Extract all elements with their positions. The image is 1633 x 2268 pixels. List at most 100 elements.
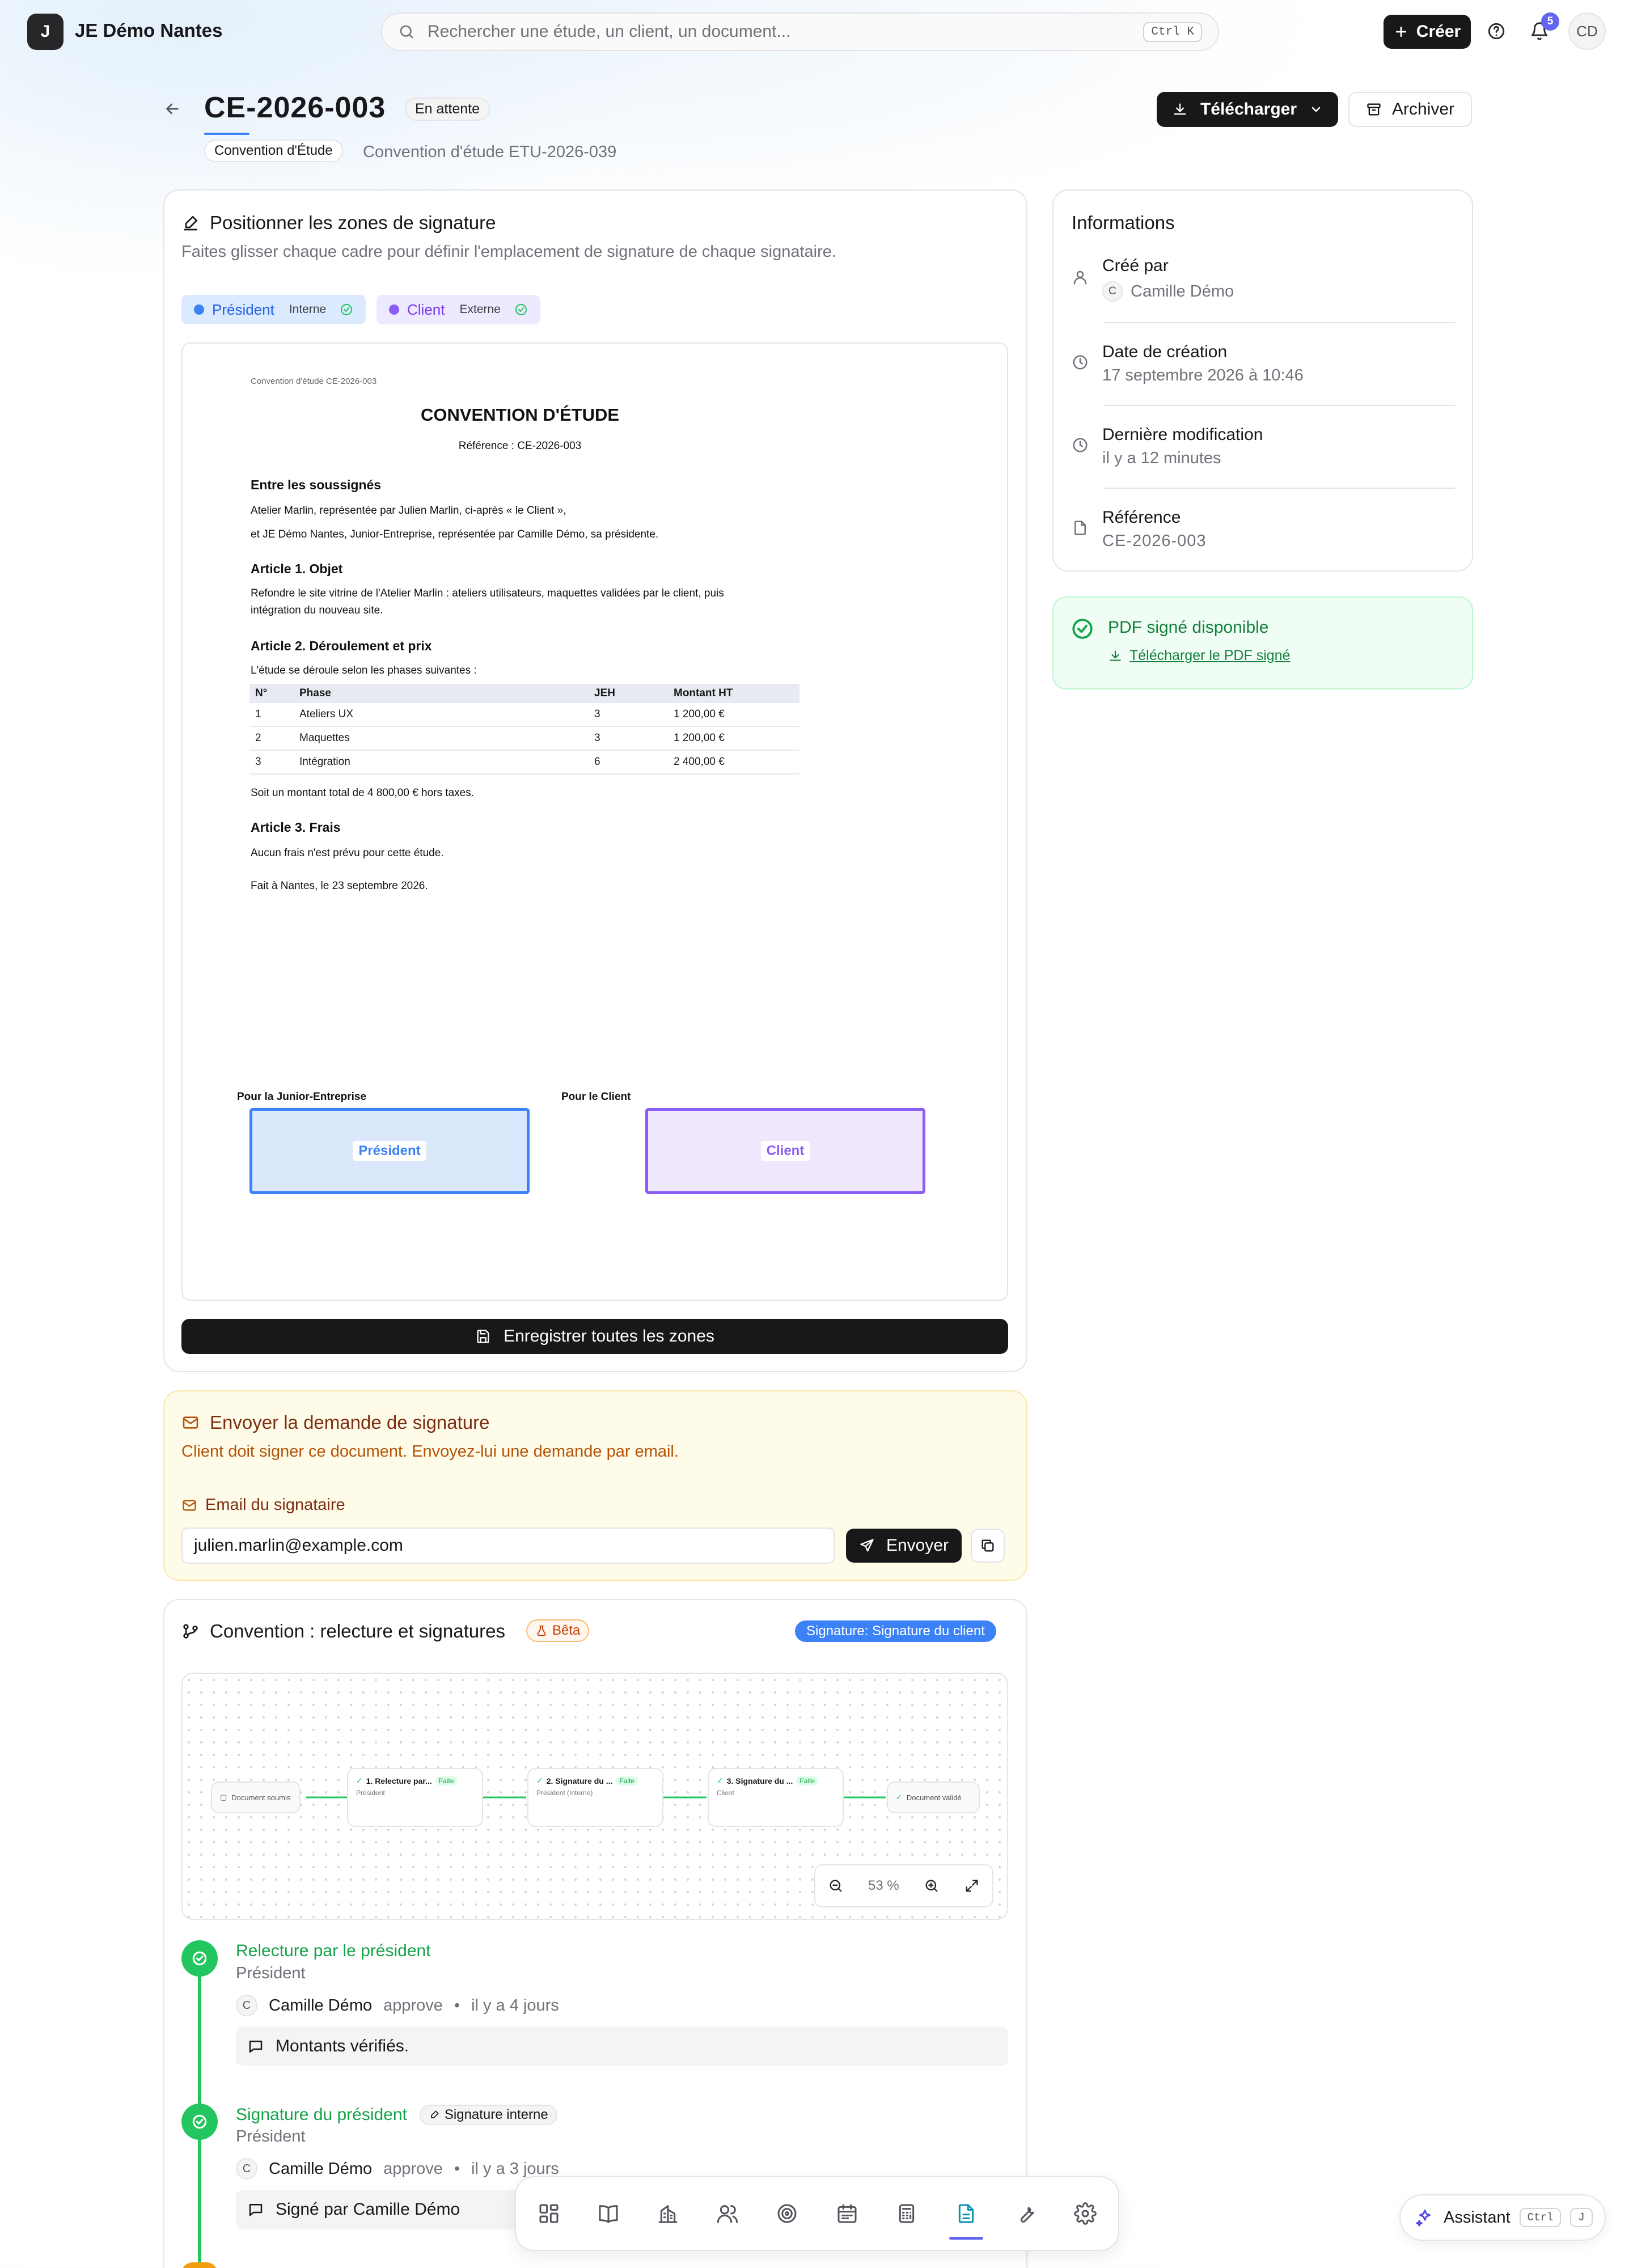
check-circle-icon <box>514 303 528 316</box>
zones-header: Positionner les zones de signature <box>181 212 496 234</box>
email-field[interactable]: julien.marlin@example.com <box>181 1527 835 1564</box>
chevron-down-icon <box>1309 103 1323 116</box>
president-signature-zone[interactable]: Président <box>249 1108 530 1194</box>
client-signature-zone[interactable]: Client <box>645 1108 925 1194</box>
search-bar[interactable]: Rechercher une étude, un client, un docu… <box>381 12 1219 51</box>
building-icon[interactable] <box>653 2199 683 2228</box>
workflow-node-start[interactable]: ▢ Document soumis <box>211 1782 301 1813</box>
save-zones-button[interactable]: Enregistrer toutes les zones <box>181 1319 1008 1354</box>
help-icon[interactable] <box>1487 22 1506 41</box>
user-icon <box>1072 269 1089 286</box>
avatar: C <box>236 2158 257 2180</box>
back-arrow-icon[interactable] <box>163 100 181 118</box>
doc-article-3-text: Aucun frais n'est prévu pour cette étude… <box>251 847 444 859</box>
workflow-node-step-3[interactable]: ✓ 3. Signature du ... Faite Client <box>708 1768 844 1827</box>
copy-button[interactable] <box>971 1529 1005 1563</box>
workflow-node-end[interactable]: ✓ Document validé <box>887 1782 980 1813</box>
users-icon[interactable] <box>713 2199 742 2228</box>
check-icon: ✓ <box>896 1793 902 1801</box>
client-color-dot <box>389 304 399 315</box>
calculator-icon[interactable] <box>892 2199 921 2228</box>
active-indicator <box>949 2237 983 2240</box>
signature-tag: Signature interne <box>419 2105 557 2125</box>
calendar-icon[interactable] <box>832 2199 862 2228</box>
search-placeholder: Rechercher une étude, un client, un docu… <box>428 22 791 41</box>
workflow-node-step-2[interactable]: ✓ 2. Signature du ... Faite Président (Int… <box>527 1768 663 1827</box>
workflow-header: Convention : relecture et signatures <box>181 1620 505 1642</box>
download-button[interactable]: Télécharger <box>1157 92 1338 127</box>
file-icon: ▢ <box>220 1793 227 1801</box>
save-icon <box>475 1328 491 1344</box>
zones-description: Faites glisser chaque cadre pour définir… <box>181 243 836 261</box>
document-icon[interactable] <box>949 2199 983 2240</box>
info-title: Informations <box>1072 212 1175 233</box>
info-created-by: Créé par C Camille Démo <box>1072 256 1455 302</box>
workflow-canvas[interactable]: ▢ Document soumis ✓ 1. Relecture par... Fai… <box>181 1673 1008 1920</box>
book-icon[interactable] <box>594 2199 623 2228</box>
timeline-actor-row: C Camille Démo approve • il y a 4 jours <box>236 1995 559 2016</box>
bottom-dock <box>515 2176 1119 2251</box>
doc-header: Convention d'étude CE-2026-003 <box>251 376 377 386</box>
doc-phases-table: N° Phase JEH Montant HT 1 Ateliers UX 3 1 2… <box>249 684 799 775</box>
signed-pdf-title: PDF signé disponible <box>1108 618 1269 637</box>
doc-sig-je-label: Pour la Junior-Entreprise <box>237 1091 367 1103</box>
signer-chip-president[interactable]: Président Interne <box>181 295 366 324</box>
create-button[interactable]: Créer <box>1384 15 1471 49</box>
info-reference: Référence CE-2026-003 <box>1072 508 1455 551</box>
archive-button[interactable]: Archiver <box>1348 92 1472 127</box>
wrench-icon[interactable] <box>1011 2199 1040 2228</box>
settings-gear-icon[interactable] <box>1071 2199 1100 2228</box>
timeline-step-role: Président <box>236 2127 306 2146</box>
download-icon <box>1172 101 1188 117</box>
zoom-level: 53 % <box>868 1878 899 1893</box>
avatar: C <box>1102 281 1123 302</box>
git-branch-icon <box>181 1622 200 1640</box>
signature-icon <box>181 214 200 232</box>
check-icon: ✓ <box>356 1776 363 1785</box>
assistant-button[interactable]: Assistant Ctrl J <box>1399 2194 1606 2241</box>
doc-article-1-text: intégration du nouveau site. <box>251 604 383 616</box>
doc-article-1-title: Article 1. Objet <box>251 561 343 576</box>
doc-reference: Référence : CE-2026-003 <box>458 440 582 452</box>
workflow-node-step-1[interactable]: ✓ 1. Relecture par... Faite Président <box>347 1768 483 1827</box>
zoom-controls: 53 % <box>814 1864 993 1907</box>
send-icon <box>859 1538 875 1554</box>
zoom-in-icon[interactable] <box>924 1878 940 1894</box>
document-preview: Convention d'étude CE-2026-003 CONVENTIO… <box>181 342 1008 1301</box>
divider <box>1103 322 1455 323</box>
divider <box>1103 488 1455 489</box>
clock-icon <box>1072 437 1089 454</box>
expand-icon[interactable] <box>964 1878 980 1894</box>
president-color-dot <box>194 304 204 315</box>
current-step-badge: Signature: Signature du client <box>795 1620 996 1642</box>
timeline-check-icon <box>181 1940 218 1977</box>
app-logo[interactable]: J <box>27 14 64 50</box>
send-button[interactable]: Envoyer <box>846 1529 962 1563</box>
check-circle-icon <box>340 303 353 316</box>
sparkles-icon <box>1415 2208 1435 2227</box>
doc-party-2: et JE Démo Nantes, Junior-Entreprise, re… <box>251 528 659 540</box>
table-row: 3 Intégration 6 2 400,00 € <box>249 750 799 775</box>
doc-article-3-title: Article 3. Frais <box>251 820 341 835</box>
zoom-out-icon[interactable] <box>828 1878 844 1894</box>
table-row: 1 Ateliers UX 3 1 200,00 € <box>249 703 799 727</box>
signed-pdf-download-link[interactable]: Télécharger le PDF signé <box>1108 648 1290 664</box>
page-title: CE-2026-003 <box>204 91 386 124</box>
beta-badge: Bêta <box>526 1619 590 1642</box>
signer-chip-client[interactable]: Client Externe <box>376 295 540 324</box>
plus-icon <box>1394 24 1408 39</box>
timeline-step-role: Président <box>236 1964 306 1982</box>
message-icon <box>247 2201 264 2218</box>
timeline-comment: Montants vérifiés. <box>236 2026 1008 2066</box>
doc-place-date: Fait à Nantes, le 23 septembre 2026. <box>251 880 428 892</box>
archive-icon <box>1366 101 1382 117</box>
dashboard-icon[interactable] <box>534 2199 564 2228</box>
app-name: JE Démo Nantes <box>75 20 223 41</box>
target-icon[interactable] <box>772 2199 802 2228</box>
timeline-step-title: Signature du président <box>236 2105 407 2124</box>
email-label: Email du signataire <box>181 1496 345 1514</box>
timeline-check-icon <box>181 2104 218 2140</box>
info-created-date: Date de création 17 septembre 2026 à 10:4… <box>1072 342 1455 385</box>
user-avatar[interactable]: CD <box>1568 12 1606 50</box>
type-badge: Convention d'Étude <box>204 139 343 162</box>
